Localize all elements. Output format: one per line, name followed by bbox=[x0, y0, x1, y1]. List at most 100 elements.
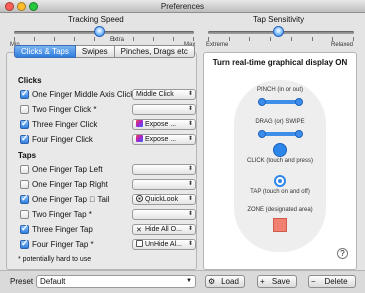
slider-tick bbox=[94, 37, 95, 41]
help-button[interactable]: ? bbox=[337, 248, 348, 259]
tap-action-value: Hide All O... bbox=[145, 226, 182, 233]
tap-label: One Finger Tap  Tail bbox=[32, 195, 109, 204]
click-label: CLICK (touch and press) bbox=[246, 158, 314, 164]
slider-tick bbox=[312, 37, 313, 41]
expose-icon bbox=[136, 135, 143, 142]
tab-bar: Clicks & Taps Swipes Pinches, Drags etc bbox=[14, 45, 195, 58]
zone-indicator-icon bbox=[273, 218, 287, 232]
tab-swipes[interactable]: Swipes bbox=[75, 45, 115, 58]
click-label: Three Finger Click bbox=[32, 120, 98, 129]
window-title: Preferences bbox=[160, 2, 205, 11]
clicks-heading: Clicks bbox=[18, 76, 42, 85]
click-action-value: Expose ... bbox=[145, 136, 177, 143]
popup-arrows-icon: ⬍ bbox=[187, 211, 193, 217]
tap-row: One Finger Tap Right ⬍ bbox=[20, 179, 196, 191]
click-action-popup[interactable]: Expose ... ⬍ bbox=[132, 134, 196, 145]
zone-label: ZONE (designated area) bbox=[247, 207, 313, 213]
minus-icon: − bbox=[311, 277, 316, 286]
tap-row: Two Finger Tap * ⬍ bbox=[20, 209, 196, 221]
tap-checkbox[interactable] bbox=[20, 223, 29, 234]
popup-arrows-icon: ⬍ bbox=[187, 241, 193, 247]
click-action-popup[interactable]: ⬍ bbox=[132, 104, 196, 115]
slider-tick bbox=[14, 37, 15, 41]
tap-label: Two Finger Tap * bbox=[32, 210, 92, 219]
popup-arrows-icon: ⬍ bbox=[187, 121, 193, 127]
save-button-label: Save bbox=[271, 277, 291, 286]
click-indicator-icon bbox=[273, 143, 287, 157]
popup-arrows-icon: ⬍ bbox=[187, 91, 193, 97]
display-toggle-title[interactable]: Turn real-time graphical display ON bbox=[203, 58, 357, 67]
delete-button-label: Delete bbox=[324, 277, 348, 286]
eye-icon bbox=[136, 195, 143, 202]
tap-action-popup[interactable]: ⬍ bbox=[132, 179, 196, 190]
click-label: One Finger Middle Axis Click bbox=[32, 90, 135, 99]
tap-action-popup[interactable]: QuickLook ⬍ bbox=[132, 194, 196, 205]
slider-tick bbox=[54, 37, 55, 41]
slider-tick bbox=[208, 37, 209, 41]
tap-checkbox[interactable] bbox=[20, 180, 29, 189]
popup-arrows-icon: ⬍ bbox=[187, 136, 193, 142]
pinch-label: PINCH (in or out) bbox=[256, 87, 303, 93]
slider-tick bbox=[34, 37, 35, 41]
tap-row: Three Finger Tap ✕Hide All O... ⬍ bbox=[20, 223, 196, 236]
title-bar: Preferences bbox=[0, 0, 365, 13]
tap-sensitivity-knob[interactable] bbox=[273, 26, 285, 37]
tracking-speed-knob[interactable] bbox=[93, 26, 105, 37]
tap-action-value: QuickLook bbox=[145, 196, 179, 203]
slider-tick bbox=[229, 37, 230, 41]
drag-right-dot bbox=[295, 130, 303, 138]
delete-button[interactable]: − Delete bbox=[308, 275, 356, 288]
tap-action-popup[interactable]: ✕ Hide All O... ⬍ bbox=[132, 224, 196, 235]
popup-arrows-icon: ⬍ bbox=[187, 166, 193, 172]
tap-label: One Finger Tap Right bbox=[32, 180, 108, 189]
unhide-icon bbox=[136, 240, 143, 247]
tap-label: One Finger Tap Left bbox=[32, 165, 103, 174]
tap-row: One Finger Tap Left ⬍ bbox=[20, 164, 196, 176]
taps-heading: Taps bbox=[18, 151, 37, 160]
preset-label: Preset bbox=[10, 277, 34, 286]
hard-to-use-note: * potentially hard to use bbox=[18, 256, 92, 263]
click-row: Three Finger Click Expose ... ⬍ bbox=[20, 118, 196, 131]
click-checkbox[interactable] bbox=[20, 105, 29, 114]
click-label: Two Finger Click * bbox=[32, 105, 97, 114]
click-checkbox[interactable] bbox=[20, 88, 29, 99]
slider-tick bbox=[153, 37, 154, 41]
tap-label: Four Finger Tap * bbox=[32, 240, 94, 249]
click-checkbox[interactable] bbox=[20, 118, 29, 129]
save-button[interactable]: + Save bbox=[257, 275, 297, 288]
load-button[interactable]: ⚙ Load bbox=[205, 275, 245, 288]
slider-tick bbox=[353, 37, 354, 41]
slider-tick bbox=[332, 37, 333, 41]
slider-tick bbox=[193, 37, 194, 41]
tab-pinches-drags[interactable]: Pinches, Drags etc bbox=[114, 45, 195, 58]
tap-action-popup[interactable]: UnHide Al... ⬍ bbox=[132, 239, 196, 250]
tap-checkbox[interactable] bbox=[20, 238, 29, 249]
preset-select[interactable]: Default ▼ bbox=[36, 275, 196, 288]
tap-sensitivity-relaxed-label: Relaxed bbox=[331, 42, 354, 48]
tap-action-popup[interactable]: ⬍ bbox=[132, 164, 196, 175]
tap-checkbox[interactable] bbox=[20, 210, 29, 219]
tap-sensitivity-extreme-label: Extreme bbox=[206, 42, 229, 48]
popup-arrows-icon: ⬍ bbox=[187, 226, 193, 232]
popup-arrows-icon: ⬍ bbox=[187, 181, 193, 187]
click-action-popup[interactable]: Expose ... ⬍ bbox=[132, 119, 196, 130]
click-action-value: Expose ... bbox=[145, 121, 177, 128]
tap-label: Three Finger Tap bbox=[32, 225, 93, 234]
tracking-speed-title: Tracking Speed bbox=[68, 15, 124, 24]
click-checkbox[interactable] bbox=[20, 133, 29, 144]
click-action-popup[interactable]: Middle Click ⬍ bbox=[132, 89, 196, 100]
pinch-right-dot bbox=[295, 98, 303, 106]
tap-checkbox[interactable] bbox=[20, 165, 29, 174]
tap-sensitivity-title: Tap Sensitivity bbox=[253, 15, 305, 24]
click-label: Four Finger Click bbox=[32, 135, 93, 144]
pinch-left-dot bbox=[258, 98, 266, 106]
click-row: Two Finger Click * ⬍ bbox=[20, 104, 196, 116]
load-button-label: Load bbox=[221, 277, 239, 286]
tab-clicks-taps[interactable]: Clicks & Taps bbox=[14, 45, 76, 58]
tap-checkbox[interactable] bbox=[20, 193, 29, 204]
slider-tick bbox=[133, 37, 134, 41]
tap-action-popup[interactable]: ⬍ bbox=[132, 209, 196, 220]
slider-tick bbox=[74, 37, 75, 41]
drag-left-dot bbox=[258, 130, 266, 138]
tap-row: One Finger Tap  Tail QuickLook ⬍ bbox=[20, 193, 196, 206]
